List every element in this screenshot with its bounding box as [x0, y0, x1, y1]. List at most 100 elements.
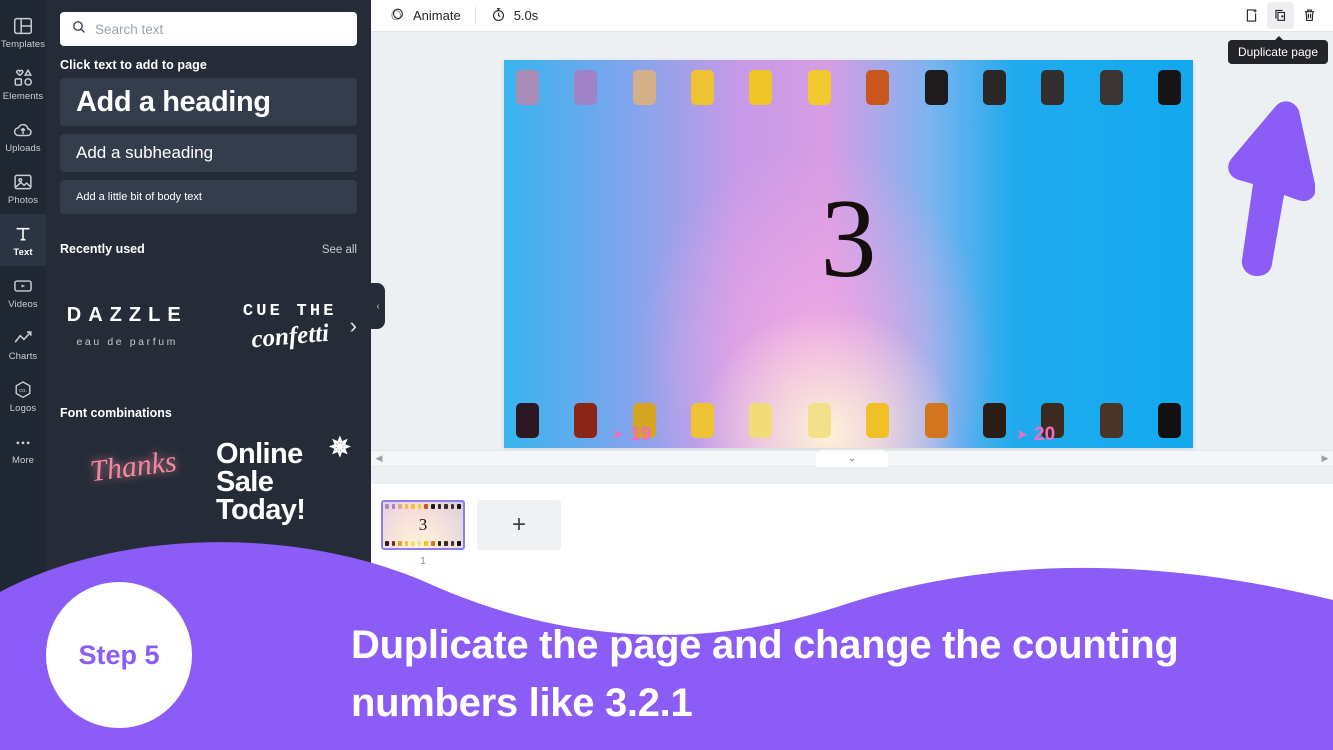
- sidebar-label-more: More: [11, 454, 35, 466]
- sidebar-item-charts[interactable]: Charts: [0, 318, 46, 370]
- combo-card-thanks[interactable]: Thanks: [88, 445, 178, 489]
- sidebar-label-photos: Photos: [7, 194, 39, 206]
- filmstrip-hole: [1099, 403, 1123, 438]
- videos-icon: [12, 275, 34, 297]
- font-combinations-list: Thanks ✵ Online Sale Today!: [46, 426, 371, 566]
- combo-card-online-sale[interactable]: ✵ Online Sale Today!: [216, 434, 351, 525]
- film-number-19: 19: [630, 424, 652, 445]
- duration-label: 5.0s: [513, 8, 539, 23]
- search-box[interactable]: [60, 12, 357, 46]
- panel-collapse-handle[interactable]: ‹: [371, 283, 385, 329]
- duplicate-page-tooltip: Duplicate page: [1227, 36, 1328, 64]
- filmstrip-hole: [807, 70, 831, 105]
- delete-page-button[interactable]: [1296, 2, 1323, 29]
- filmstrip-hole: [1041, 70, 1065, 105]
- film-number-20: 20: [1034, 424, 1056, 445]
- canvas-stage: 3 ➤ 19 ➤ 20 ◀ ▶ ⌄: [371, 32, 1333, 467]
- filmstrip-hole: [516, 70, 539, 105]
- filmstrip-hole: [1099, 70, 1123, 105]
- filmstrip-hole: [574, 70, 598, 105]
- recent-card-dazzle-line2: eau de parfum: [76, 336, 178, 348]
- sparkle-icon: ✵: [329, 432, 351, 462]
- duplicate-page-button[interactable]: [1267, 2, 1294, 29]
- recent-card-confetti[interactable]: CUE THE confetti: [209, 302, 372, 353]
- scroll-left-arrow[interactable]: ◀: [371, 453, 387, 464]
- animate-button[interactable]: Animate: [381, 2, 469, 30]
- filmstrip-hole: [574, 403, 598, 438]
- instruction-caption: Duplicate the page and change the counti…: [351, 623, 1179, 725]
- search-icon: [71, 19, 87, 40]
- filmstrip-hole: [924, 403, 948, 438]
- add-subheading-button[interactable]: Add a subheading: [60, 134, 357, 172]
- sidebar-label-videos: Videos: [8, 298, 38, 310]
- sidebar-item-uploads[interactable]: Uploads: [0, 110, 46, 162]
- filmstrip-hole: [1157, 403, 1181, 438]
- sidebar-label-text: Text: [13, 246, 33, 258]
- sidebar-item-videos[interactable]: Videos: [0, 266, 46, 318]
- filmstrip-hole: [807, 403, 831, 438]
- sidebar-item-photos[interactable]: Photos: [0, 162, 46, 214]
- page-number-label: 1: [420, 555, 426, 567]
- sidebar-label-charts: Charts: [8, 350, 38, 362]
- add-page-button[interactable]: [1238, 2, 1265, 29]
- toolbar-right-actions: [1238, 2, 1323, 29]
- toolbar-divider: [474, 7, 476, 24]
- search-input[interactable]: [95, 21, 346, 37]
- filmstrip-hole: [516, 403, 539, 438]
- add-body-text-button[interactable]: Add a little bit of body text: [60, 180, 357, 214]
- font-combinations-title: Font combinations: [60, 406, 172, 420]
- canva-editor-screenshot: Templates Elements Uploads Photos Text V…: [0, 0, 1333, 750]
- text-icon: [12, 223, 34, 245]
- sidebar-item-templates[interactable]: Templates: [0, 6, 46, 58]
- page-thumbnail-1[interactable]: 3: [381, 500, 465, 550]
- design-canvas[interactable]: 3 ➤ 19 ➤ 20: [504, 60, 1193, 448]
- collapse-pages-chevron[interactable]: ⌄: [816, 450, 888, 467]
- recent-card-dazzle[interactable]: DAZZLE eau de parfum: [46, 304, 209, 348]
- charts-icon: [12, 327, 34, 349]
- recently-used-next-arrow[interactable]: ›: [350, 315, 357, 337]
- film-tick-left: ➤: [612, 426, 624, 442]
- logos-icon: co.: [12, 379, 34, 401]
- filmstrip-hole: [866, 403, 890, 438]
- canvas-number-text[interactable]: 3: [504, 183, 1193, 295]
- sidebar-item-logos[interactable]: co. Logos: [0, 370, 46, 422]
- filmstrip-hole: [691, 403, 715, 438]
- more-icon: [12, 431, 34, 453]
- sidebar-label-uploads: Uploads: [5, 142, 41, 154]
- sidebar-item-more[interactable]: More: [0, 422, 46, 474]
- uploads-icon: [12, 119, 34, 141]
- elements-icon: [12, 67, 34, 89]
- sidebar-label-templates: Templates: [0, 38, 46, 50]
- filmstrip-hole: [1157, 70, 1181, 105]
- recently-used-see-all[interactable]: See all: [322, 244, 357, 256]
- film-tick-right: ➤: [1016, 426, 1028, 442]
- click-text-hint: Click text to add to page: [60, 58, 207, 72]
- recently-used-title: Recently used: [60, 242, 145, 256]
- sidebar-label-elements: Elements: [2, 90, 44, 102]
- add-page-tile[interactable]: +: [477, 500, 561, 550]
- animate-label: Animate: [413, 8, 461, 23]
- recent-card-dazzle-line1: DAZZLE: [66, 304, 188, 326]
- search-container: [46, 0, 371, 46]
- sidebar-label-logos: Logos: [9, 402, 37, 414]
- filmstrip-hole: [691, 70, 715, 105]
- sidebar-item-elements[interactable]: Elements: [0, 58, 46, 110]
- recent-card-confetti-line2: confetti: [249, 319, 330, 353]
- step-badge: Step 5: [46, 582, 192, 728]
- bottom-progress-bar: [1075, 589, 1153, 593]
- add-heading-button[interactable]: Add a heading: [60, 78, 357, 126]
- scroll-right-arrow[interactable]: ▶: [1317, 453, 1333, 464]
- sidebar-item-text[interactable]: Text: [0, 214, 46, 266]
- canvas-horizontal-scrollbar[interactable]: ◀ ▶ ⌄: [371, 450, 1333, 467]
- font-combinations-header: Font combinations: [46, 386, 371, 420]
- left-icon-rail: Templates Elements Uploads Photos Text V…: [0, 0, 46, 750]
- filmstrip-hole: [866, 70, 890, 105]
- filmstrip-hole: [982, 403, 1006, 438]
- recently-used-list: DAZZLE eau de parfum CUE THE confetti ›: [46, 266, 371, 386]
- filmstrip-hole: [924, 70, 948, 105]
- svg-text:co.: co.: [19, 388, 27, 394]
- duration-button[interactable]: 5.0s: [482, 2, 547, 30]
- filmstrip-hole: [749, 70, 773, 105]
- page-count-indicator: 41: [1207, 586, 1220, 598]
- animate-icon: [389, 6, 406, 26]
